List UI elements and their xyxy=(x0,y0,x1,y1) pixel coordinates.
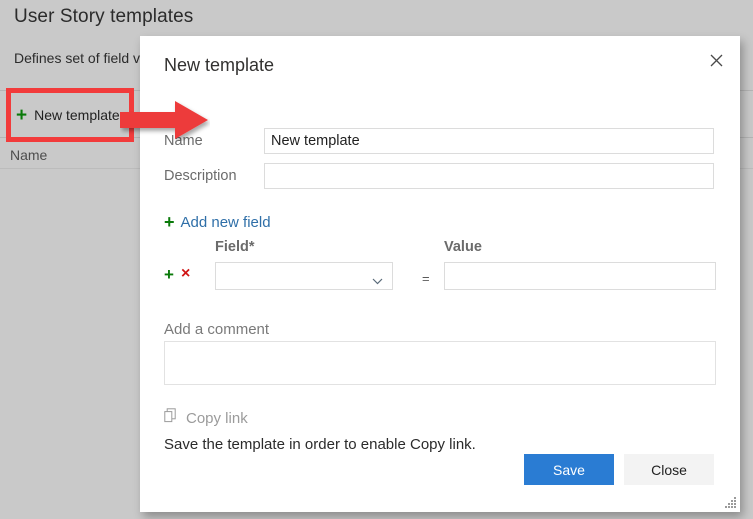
field-table-headers: Field* Value xyxy=(164,239,716,259)
resize-grip-icon[interactable] xyxy=(724,496,737,509)
annotation-arrow xyxy=(120,101,208,139)
name-input[interactable] xyxy=(264,128,714,154)
equals-sign: = xyxy=(422,271,430,286)
value-input[interactable] xyxy=(444,262,716,290)
close-icon-button[interactable] xyxy=(700,44,732,76)
annotation-highlight-box xyxy=(6,88,134,142)
add-new-field-label: Add new field xyxy=(180,213,271,231)
column-header-name: Name xyxy=(10,147,48,163)
chevron-down-icon xyxy=(372,272,383,290)
column-header-field: Field* xyxy=(215,239,255,255)
comment-label: Add a comment xyxy=(164,321,270,338)
add-new-field-link[interactable]: + Add new field xyxy=(164,213,271,231)
comment-textarea[interactable] xyxy=(164,341,716,385)
remove-row-icon[interactable]: × xyxy=(181,266,190,282)
dialog-title: New template xyxy=(164,55,275,75)
description-field-row: Description xyxy=(164,163,716,189)
copy-link-action[interactable]: Copy link xyxy=(164,408,248,428)
description-input[interactable] xyxy=(264,163,714,189)
column-header-value: Value xyxy=(444,239,482,255)
copy-link-hint: Save the template in order to enable Cop… xyxy=(164,436,476,453)
add-row-icon[interactable]: + xyxy=(164,266,174,283)
copy-link-label: Copy link xyxy=(186,409,248,427)
plus-icon: + xyxy=(164,212,175,232)
save-button[interactable]: Save xyxy=(524,454,614,485)
field-select[interactable] xyxy=(215,262,393,290)
close-button[interactable]: Close xyxy=(624,454,714,485)
close-icon xyxy=(710,54,722,66)
name-field-row: Name xyxy=(164,128,716,154)
copy-icon xyxy=(164,408,178,428)
description-label: Description xyxy=(164,168,237,184)
page-title: User Story templates xyxy=(14,6,194,27)
page-subtitle: Defines set of field v xyxy=(14,50,141,66)
new-template-dialog: New template Name Description + Add new … xyxy=(140,36,740,512)
field-table-row: + × = xyxy=(164,262,716,290)
